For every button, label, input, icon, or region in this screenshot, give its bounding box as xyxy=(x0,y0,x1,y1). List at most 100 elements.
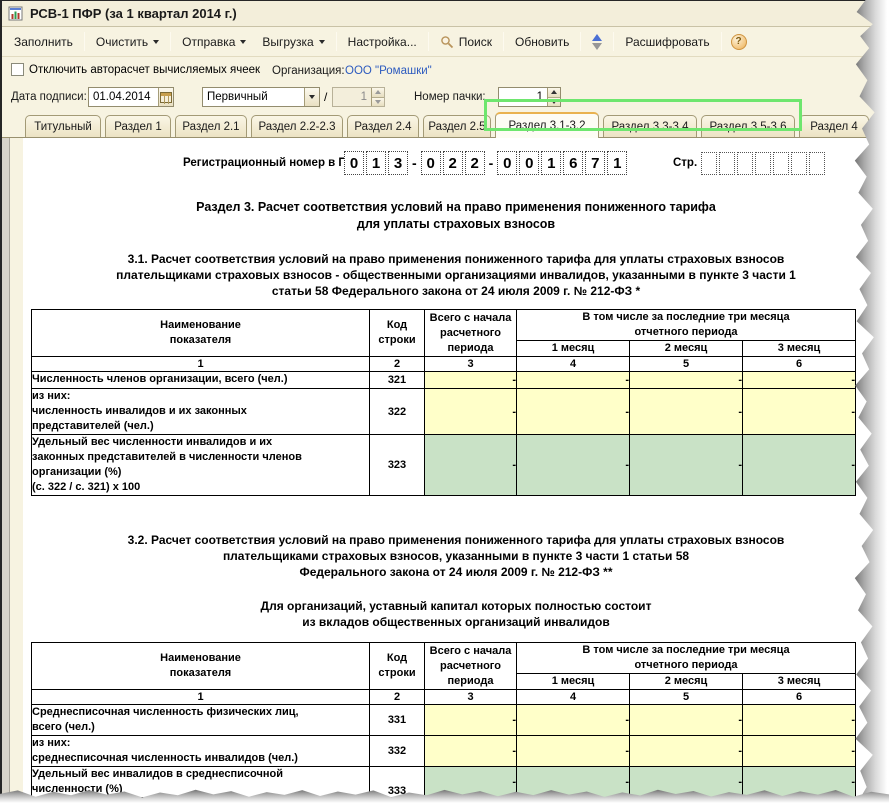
value-cell[interactable]: - xyxy=(516,371,630,389)
value-cell[interactable]: - xyxy=(741,388,857,435)
value-cell: - xyxy=(424,434,517,496)
clear-button[interactable]: Очистить xyxy=(88,31,167,53)
tab-razdel-2-2-2-3[interactable]: Раздел 2.2-2.3 xyxy=(251,115,343,137)
page-cell xyxy=(791,152,807,175)
reg-digit-cell[interactable]: 2 xyxy=(464,151,485,175)
sheet-left-margin xyxy=(10,138,23,803)
fill-button[interactable]: Заполнить xyxy=(6,31,81,53)
reg-digit-cell[interactable]: 1 xyxy=(366,151,386,175)
refresh-button[interactable]: Обновить xyxy=(507,31,577,53)
calendar-button[interactable] xyxy=(158,88,173,106)
settings-button[interactable]: Настройка... xyxy=(340,31,425,53)
page-cell xyxy=(737,152,753,175)
help-icon[interactable]: ? xyxy=(730,33,747,50)
spreadsheet: Регистрационный номер в ПФР 0 1 3 - 0 2 … xyxy=(23,138,889,803)
header-total: Всего с начала расчетного периода xyxy=(424,642,517,690)
organization-link[interactable]: ООО "Ромашки" xyxy=(345,65,432,77)
value-cell[interactable]: - xyxy=(741,704,857,736)
value-cell[interactable]: - xyxy=(516,388,630,435)
value-cell: - xyxy=(629,434,743,496)
chevron-down-icon xyxy=(309,95,315,99)
sign-date-label: Дата подписи: xyxy=(11,91,87,103)
chevron-down-icon xyxy=(240,39,247,44)
reg-digit-cell[interactable]: 0 xyxy=(344,151,364,175)
tab-razdel-2-4[interactable]: Раздел 2.4 xyxy=(347,115,419,137)
value-cell[interactable]: - xyxy=(424,704,517,736)
value-cell[interactable]: - xyxy=(629,704,743,736)
row-code: 321 xyxy=(369,371,425,389)
batch-number-label: Номер пачки: xyxy=(414,91,486,103)
value-cell[interactable]: - xyxy=(516,704,630,736)
tab-razdel-4[interactable]: Раздел 4 xyxy=(799,115,869,137)
value-cell[interactable]: - xyxy=(424,371,517,389)
subsection-3-1-text: 3.1. Расчет соответствия условий на прав… xyxy=(116,252,796,298)
correction-number-spinner: 1 xyxy=(332,87,385,107)
value-cell[interactable]: - xyxy=(424,388,517,435)
value-cell[interactable]: - xyxy=(741,735,857,767)
screenshot: РСВ-1 ПФР (за 1 квартал 2014 г.) Заполни… xyxy=(0,0,889,803)
col-number: 5 xyxy=(629,356,743,372)
row-code: 331 xyxy=(369,704,425,736)
sort-updown-button[interactable] xyxy=(584,31,610,53)
value-cell[interactable]: - xyxy=(629,735,743,767)
toolbar-separator xyxy=(720,32,722,51)
send-button[interactable]: Отправка xyxy=(174,31,254,53)
tab-razdel-2-5[interactable]: Раздел 2.5 xyxy=(423,115,491,137)
col-number: 6 xyxy=(741,689,857,705)
header-month-1: 1 месяц xyxy=(516,673,630,690)
tab-razdel-2-1[interactable]: Раздел 2.1 xyxy=(175,115,247,137)
reg-digit-cell[interactable]: 1 xyxy=(607,151,628,175)
header-month-3: 3 месяц xyxy=(741,340,857,357)
section3-title: Раздел 3. Расчет соответствия условий на… xyxy=(196,200,716,231)
tab-titulny[interactable]: Титульный xyxy=(25,115,101,137)
sign-date-value: 01.04.2014 xyxy=(93,91,151,103)
reg-digit-cell[interactable]: 0 xyxy=(519,151,540,175)
decrypt-button[interactable]: Расшифровать xyxy=(617,31,717,53)
sign-date-field[interactable]: 01.04.2014 xyxy=(88,87,174,107)
col-number: 3 xyxy=(424,689,517,705)
page-cell xyxy=(773,152,789,175)
col-number: 2 xyxy=(369,356,425,372)
correction-type-dropdown[interactable]: Первичный xyxy=(202,87,320,107)
dropdown-button[interactable] xyxy=(304,88,319,106)
calendar-icon xyxy=(160,91,172,104)
value-cell[interactable]: - xyxy=(516,735,630,767)
toolbar-separator xyxy=(427,32,429,51)
row-code: 323 xyxy=(369,434,425,496)
header-name: Наименование показателя xyxy=(31,642,370,690)
reg-digit-cell[interactable]: 7 xyxy=(585,151,606,175)
col-number: 2 xyxy=(369,689,425,705)
header-name: Наименование показателя xyxy=(31,309,370,357)
toolbar-separator xyxy=(580,32,582,51)
page-cell xyxy=(755,152,771,175)
row-name: из них: численность инвалидов и их закон… xyxy=(31,388,370,435)
search-button[interactable]: Поиск xyxy=(432,31,500,53)
table-row: из них: численность инвалидов и их закон… xyxy=(31,388,857,435)
page-cell xyxy=(809,152,825,175)
reg-digit-cell[interactable]: 2 xyxy=(442,151,463,175)
header-month-2: 2 месяц xyxy=(629,673,743,690)
reg-digit-cell[interactable]: 0 xyxy=(497,151,518,175)
tab-content: Регистрационный номер в ПФР 0 1 3 - 0 2 … xyxy=(2,138,889,803)
toolbar: Заполнить Очистить Отправка Выгрузка Нас… xyxy=(2,27,889,57)
reg-digit-cell[interactable]: 3 xyxy=(388,151,408,175)
toolbar-separator xyxy=(335,32,337,51)
reg-digit-cell[interactable]: 0 xyxy=(420,151,441,175)
value-cell[interactable]: - xyxy=(424,735,517,767)
upload-button[interactable]: Выгрузка xyxy=(254,31,332,53)
header-total: Всего с начала расчетного периода xyxy=(424,309,517,357)
value-cell[interactable]: - xyxy=(741,371,857,389)
header-month-2: 2 месяц xyxy=(629,340,743,357)
tab-razdel-1[interactable]: Раздел 1 xyxy=(105,115,171,137)
toolbar-separator xyxy=(613,32,615,51)
reg-digit-cell[interactable]: 1 xyxy=(541,151,562,175)
row-code: 322 xyxy=(369,388,425,435)
report-icon xyxy=(8,6,23,21)
disable-autocalc-checkbox[interactable] xyxy=(11,63,24,76)
reg-digit-cell[interactable]: 6 xyxy=(563,151,584,175)
value-cell[interactable]: - xyxy=(629,371,743,389)
annotation-highlight-box xyxy=(484,99,802,131)
reg-number-label: Регистрационный номер в ПФР xyxy=(183,157,365,169)
value-cell[interactable]: - xyxy=(629,388,743,435)
header-group: В том числе за последние три месяца отче… xyxy=(515,309,857,341)
